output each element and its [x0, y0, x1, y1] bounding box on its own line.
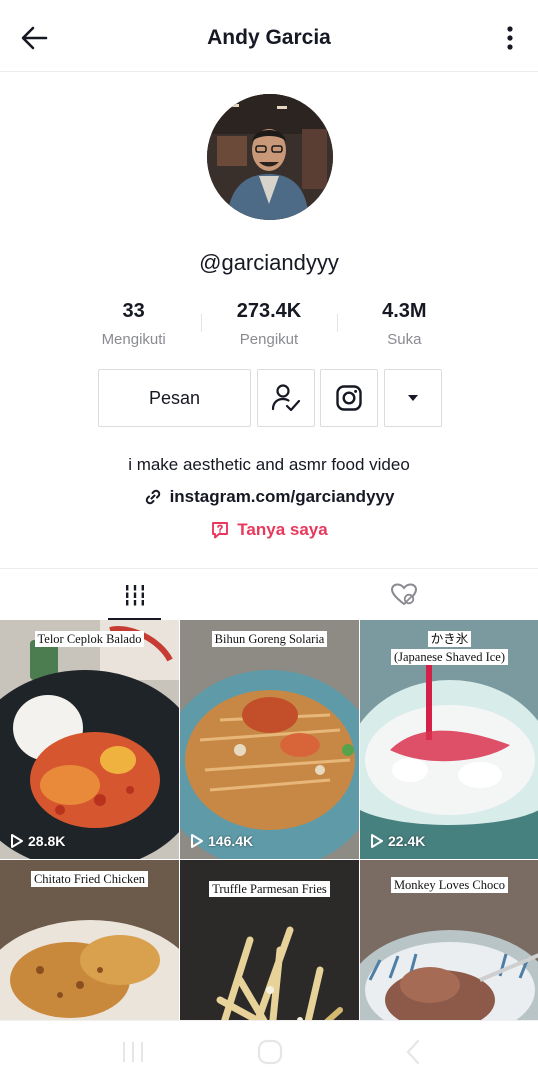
- system-navigation-bar: [0, 1020, 538, 1082]
- profile-stats: 33 Mengikuti 273.4K Pengikut 4.3M Suka: [66, 296, 472, 356]
- video-caption: Telor Ceplok Balado: [0, 630, 179, 648]
- more-options-icon[interactable]: [500, 22, 520, 54]
- stat-following[interactable]: 33 Mengikuti: [66, 296, 201, 356]
- link-icon: [145, 489, 160, 505]
- bio-link[interactable]: instagram.com/garciandyyy: [0, 487, 538, 507]
- stat-likes-value: 4.3M: [382, 300, 427, 322]
- video-caption: Truffle Parmesan Fries: [180, 880, 359, 898]
- recent-apps-icon[interactable]: [118, 1039, 148, 1065]
- system-back-icon[interactable]: [398, 1039, 428, 1065]
- stat-following-label: Mengikuti: [101, 331, 166, 348]
- video-thumbnail[interactable]: かき氷 (Japanese Shaved Ice) 22.4K: [360, 620, 538, 859]
- video-thumbnail[interactable]: Telor Ceplok Balado 28.8K: [0, 620, 179, 859]
- video-caption: かき氷 (Japanese Shaved Ice): [360, 630, 538, 666]
- username: @garciandyyy: [199, 250, 339, 275]
- video-views: 146.4K: [190, 833, 253, 849]
- caret-down-icon: [408, 395, 418, 401]
- video-thumbnail[interactable]: Bihun Goreng Solaria 146.4K: [180, 620, 359, 859]
- bio-link-text: instagram.com/garciandyyy: [169, 487, 395, 506]
- liked-videos-hidden-icon: [390, 583, 417, 606]
- content-tabs: [0, 568, 538, 621]
- user-check-icon: [271, 384, 301, 412]
- tab-videos[interactable]: [0, 569, 269, 621]
- ask-me-label: Tanya saya: [237, 520, 328, 539]
- suggested-accounts-button[interactable]: [384, 369, 442, 427]
- bio-text: i make aesthetic and asmr food video: [128, 455, 410, 474]
- video-views: 28.8K: [10, 833, 65, 849]
- video-caption: Chitato Fried Chicken: [0, 870, 179, 888]
- stat-likes[interactable]: 4.3M Suka: [336, 296, 472, 356]
- play-icon: [11, 834, 23, 848]
- instagram-button[interactable]: [320, 369, 378, 427]
- play-icon: [371, 834, 383, 848]
- message-button[interactable]: Pesan: [98, 369, 251, 427]
- stat-followers-label: Pengikut: [239, 331, 299, 348]
- tab-liked[interactable]: [269, 569, 538, 621]
- ask-me-button[interactable]: Tanya saya: [0, 520, 538, 540]
- play-icon: [191, 834, 203, 848]
- videos-grid-icon: [125, 585, 144, 606]
- video-views: 22.4K: [370, 833, 425, 849]
- instagram-icon: [336, 385, 362, 411]
- page-title: Andy Garcia: [207, 26, 331, 49]
- stat-following-value: 33: [122, 300, 145, 322]
- following-status-button[interactable]: [257, 369, 315, 427]
- stat-followers-value: 273.4K: [236, 300, 302, 322]
- video-caption: Monkey Loves Choco: [360, 876, 538, 894]
- stat-likes-label: Suka: [387, 331, 422, 348]
- profile-header: Andy Garcia: [0, 0, 538, 72]
- question-bubble-icon: [212, 522, 229, 539]
- stat-followers[interactable]: 273.4K Pengikut: [201, 296, 336, 356]
- video-caption: Bihun Goreng Solaria: [180, 630, 359, 648]
- home-icon[interactable]: [255, 1039, 285, 1065]
- avatar[interactable]: [207, 94, 333, 220]
